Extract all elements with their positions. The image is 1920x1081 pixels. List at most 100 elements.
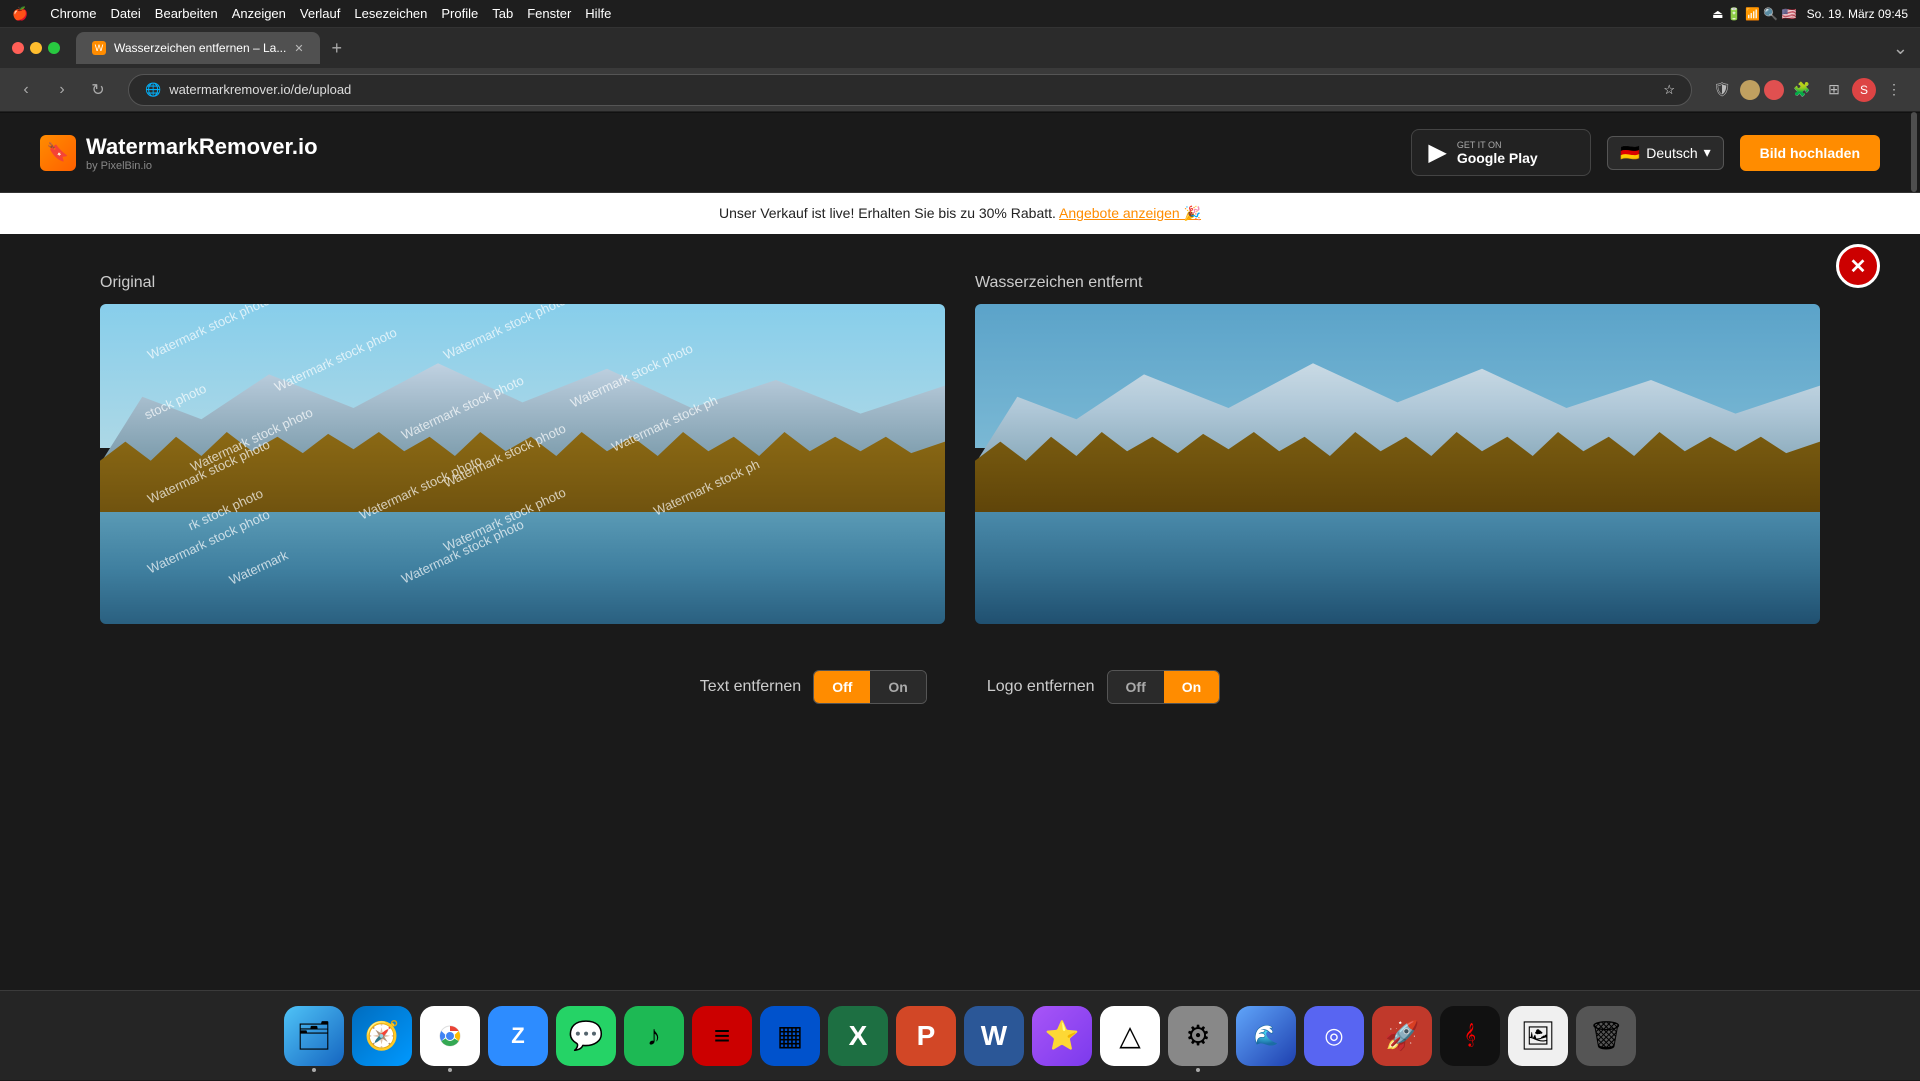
apple-icon[interactable]: 🍎 [12,6,28,22]
dock-item-discord[interactable]: ◎ [1304,1006,1364,1066]
shield-icon[interactable]: 🛡 [1708,76,1736,104]
dock-item-finder[interactable]: 🗂 [284,1006,344,1066]
minimize-window-btn[interactable] [30,42,42,54]
scrollbar[interactable] [1910,112,1918,812]
banner-link[interactable]: Angebote anzeigen 🎉 [1059,205,1201,221]
scrollbar-thumb[interactable] [1911,112,1917,192]
back-btn[interactable]: ‹ [12,76,40,104]
menu-anzeigen[interactable]: Anzeigen [232,6,286,21]
menu-lesezeichen[interactable]: Lesezeichen [354,6,427,21]
text-toggle-switch[interactable]: Off On [813,670,927,704]
upload-btn[interactable]: Bild hochladen [1740,135,1880,171]
close-result-btn[interactable]: ✕ [1836,244,1880,288]
menu-tab[interactable]: Tab [492,6,513,21]
logo-text-container: WatermarkRemover.io by PixelBin.io [86,134,318,172]
menu-hilfe[interactable]: Hilfe [585,6,611,21]
wm-10: Watermark stock photo [145,437,272,507]
reload-btn[interactable]: ↻ [84,76,112,104]
tab-close-btn[interactable]: ✕ [294,42,303,55]
settings-dot [1196,1068,1200,1072]
dock: 🗂 🧭 Z 💬 ♪ ≡ ▦ X P W ⭐ [0,990,1920,1080]
menu-datei[interactable]: Datei [110,6,140,21]
dock-item-settings[interactable]: ⚙ [1168,1006,1228,1066]
word-icon: W [981,1020,1007,1052]
browser-dropdown-btn[interactable]: ⌄ [1893,38,1908,59]
tasks-icon: ≡ [714,1020,730,1052]
profile-avatar[interactable]: S [1852,78,1876,102]
whatsapp-icon: 💬 [569,1019,604,1052]
active-tab[interactable]: W Wasserzeichen entfernen – La... ✕ [76,32,320,64]
logo-subtext: by PixelBin.io [86,160,318,172]
dock-item-trash[interactable]: 🗑 [1576,1006,1636,1066]
menubar: 🍎 Chrome Datei Bearbeiten Anzeigen Verla… [0,0,1920,28]
google-play-icon: ▶ [1428,138,1446,167]
address-bar[interactable]: 🌐 watermarkremover.io/de/upload ☆ [128,74,1692,106]
logo-toggle-switch[interactable]: Off On [1107,670,1221,704]
menubar-icons: ⏏ 🔋 📶 🔍 🇺🇸 [1712,7,1796,21]
header-right: ▶ GET IT ON Google Play 🇩🇪 Deutsch ▾ Bil… [1411,129,1880,176]
menu-profile[interactable]: Profile [441,6,478,21]
main-content: ✕ Original Watermark stock photo Waterma… [0,234,1920,750]
grid-icon[interactable]: ⊞ [1820,76,1848,104]
safari-icon: 🧭 [365,1019,400,1052]
banner-text: Unser Verkauf ist live! Erhalten Sie bis… [719,205,1056,221]
dock-item-preview[interactable]: 🖼 [1508,1006,1568,1066]
dock-item-whatsapp[interactable]: 💬 [556,1006,616,1066]
extension-icon-1[interactable] [1740,80,1760,100]
text-remove-label: Text entfernen [700,678,801,696]
extensions-btn[interactable]: 🧩 [1788,76,1816,104]
bookmark-icon: ☆ [1663,82,1675,98]
wm-16: Watermark stock photo [399,517,526,587]
language-selector[interactable]: 🇩🇪 Deutsch ▾ [1607,136,1723,170]
google-play-btn[interactable]: ▶ GET IT ON Google Play [1411,129,1591,176]
dock-item-sound[interactable]: 𝄞 [1440,1006,1500,1066]
dock-item-trello[interactable]: ▦ [760,1006,820,1066]
chevron-down-icon: ▾ [1704,144,1711,161]
dock-item-powerpoint[interactable]: P [896,1006,956,1066]
window-controls [12,42,60,54]
new-tab-btn[interactable]: + [324,38,351,59]
original-image-section: Original Watermark stock photo Watermark… [100,274,945,624]
logo-area: 🔖 WatermarkRemover.io by PixelBin.io [40,134,318,172]
wm-11: Watermark stock photo [357,453,484,523]
dock-item-star[interactable]: ⭐ [1032,1006,1092,1066]
wm-4: Watermark stock photo [568,341,695,411]
logo-remove-control: Logo entfernen Off On [987,670,1220,704]
text-on-btn[interactable]: On [870,671,925,703]
menubar-right: ⏏ 🔋 📶 🔍 🇺🇸 So. 19. März 09:45 [1712,7,1908,21]
dock-item-drive[interactable]: △ [1100,1006,1160,1066]
close-window-btn[interactable] [12,42,24,54]
dock-item-word[interactable]: W [964,1006,1024,1066]
dock-item-excel[interactable]: X [828,1006,888,1066]
dock-item-zoom[interactable]: Z [488,1006,548,1066]
spotify-icon: ♪ [647,1020,661,1052]
text-off-btn[interactable]: Off [814,671,870,703]
dock-item-rocket[interactable]: 🚀 [1372,1006,1432,1066]
logo-on-btn[interactable]: On [1164,671,1219,703]
original-label: Original [100,274,945,292]
result-label: Wasserzeichen entfernt [975,274,1820,292]
more-menu-btn[interactable]: ⋮ [1880,76,1908,104]
dock-item-mercury[interactable]: 🌊 [1236,1006,1296,1066]
discord-icon: ◎ [1324,1023,1343,1049]
wm-15: Watermark stock photo [145,507,272,577]
wm-6: Watermark stock photo [399,373,526,443]
menu-bearbeiten[interactable]: Bearbeiten [155,6,218,21]
dock-item-spotify[interactable]: ♪ [624,1006,684,1066]
images-container: Original Watermark stock photo Watermark… [100,274,1820,624]
menu-chrome[interactable]: Chrome [50,6,96,21]
dock-item-chrome[interactable] [420,1006,480,1066]
dock-item-safari[interactable]: 🧭 [352,1006,412,1066]
menu-verlauf[interactable]: Verlauf [300,6,340,21]
text-remove-control: Text entfernen Off On [700,670,927,704]
drive-icon: △ [1119,1019,1141,1052]
tab-title: Wasserzeichen entfernen – La... [114,41,286,55]
extension-icon-2[interactable] [1764,80,1784,100]
dock-item-tasks[interactable]: ≡ [692,1006,752,1066]
powerpoint-icon: P [917,1020,936,1052]
menu-fenster[interactable]: Fenster [527,6,571,21]
maximize-window-btn[interactable] [48,42,60,54]
forward-btn[interactable]: › [48,76,76,104]
logo-off-btn[interactable]: Off [1108,671,1164,703]
wm-8: Watermark stock photo [188,405,315,475]
